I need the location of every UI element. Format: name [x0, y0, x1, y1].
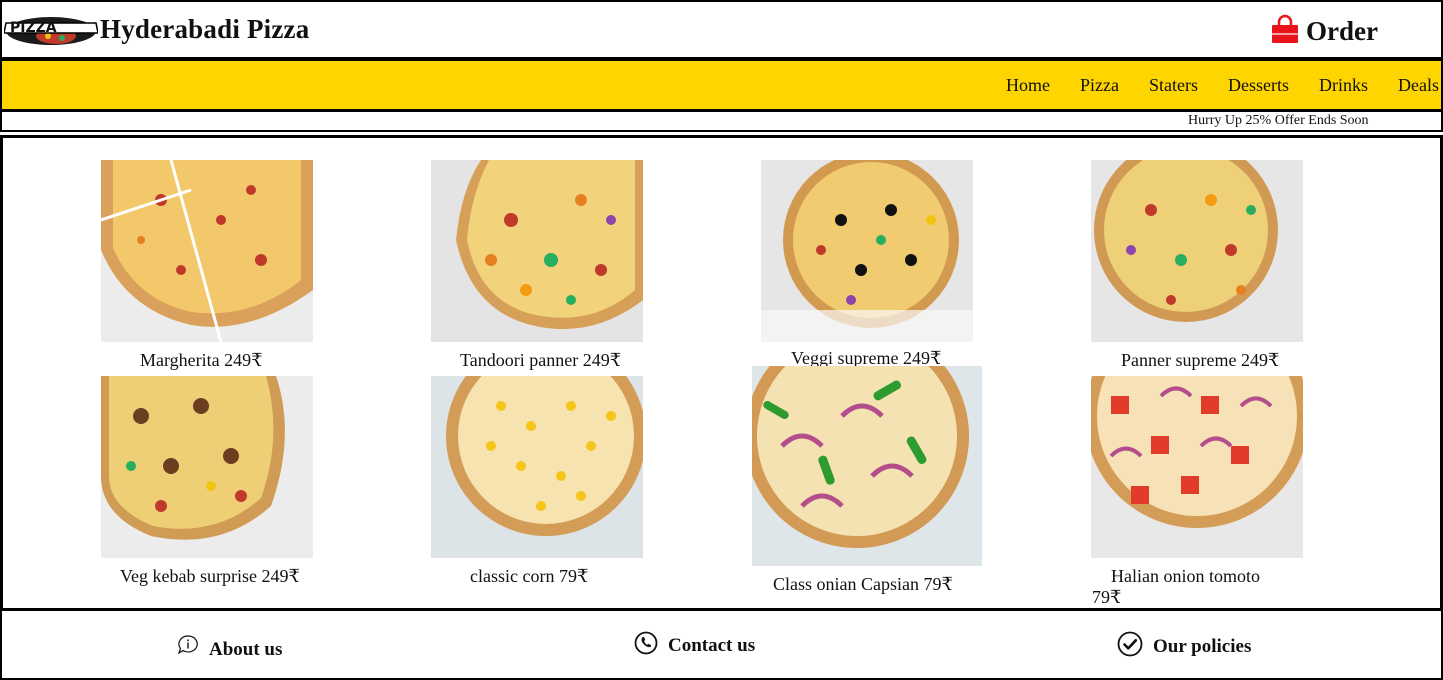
about-us-label: About us [209, 639, 283, 660]
product-image-veg-kebab-surprise[interactable] [101, 376, 313, 558]
info-chat-icon [177, 634, 199, 661]
nav-home[interactable]: Home [991, 75, 1065, 96]
product-image-panner-supreme[interactable] [1091, 160, 1303, 342]
product-name-classic-corn: classic corn 79₹ [470, 566, 589, 586]
product-image-halian-onion-tomoto[interactable] [1091, 376, 1303, 558]
product-name-panner-supreme: Panner supreme 249₹ [1121, 350, 1280, 370]
product-image-tandoori-panner[interactable] [431, 160, 643, 342]
pizza-logo[interactable]: PIZZA [3, 9, 99, 47]
brand-name: Hyderabadi Pizza [100, 14, 310, 44]
nav-deals[interactable]: Deals [1383, 75, 1441, 96]
product-image-veggi-supreme[interactable] [761, 160, 973, 342]
our-policies-link[interactable]: Our policies [1117, 631, 1251, 662]
contact-us-label: Contact us [668, 634, 756, 656]
nav-desserts[interactable]: Desserts [1213, 75, 1304, 96]
product-name-tandoori-panner: Tandoori panner 249₹ [460, 350, 622, 370]
phone-icon [634, 631, 658, 660]
order-label: Order [1306, 16, 1378, 46]
product-image-class-onian-capsian[interactable] [752, 366, 982, 566]
product-price-halian-onion-tomoto: 79₹ [1092, 587, 1122, 607]
offer-banner: Hurry Up 25% Offer Ends Soon [0, 111, 1443, 132]
check-circle-icon [1117, 631, 1143, 662]
site-header: PIZZA Hyderabadi Pizza Order [0, 0, 1443, 60]
nav-list: Home Pizza Staters Desserts Drinks Deals [991, 75, 1441, 96]
offer-text: Hurry Up 25% Offer Ends Soon [1188, 113, 1369, 128]
logo-text: PIZZA [10, 20, 57, 36]
product-grid: Margherita 249₹ Tandoori panner 249₹ Veg… [0, 135, 1443, 611]
nav-staters[interactable]: Staters [1134, 75, 1213, 96]
product-name-halian-onion-tomoto: Halian onion tomoto [1111, 566, 1260, 586]
nav-pizza[interactable]: Pizza [1065, 75, 1134, 96]
shopping-bag-icon [1270, 14, 1300, 49]
product-image-margherita[interactable] [101, 160, 313, 342]
contact-us-link[interactable]: Contact us [634, 631, 755, 660]
product-name-margherita: Margherita 249₹ [140, 350, 263, 370]
order-button[interactable]: Order [1270, 14, 1378, 49]
product-name-veg-kebab-surprise: Veg kebab surprise 249₹ [120, 566, 300, 586]
product-image-classic-corn[interactable] [431, 376, 643, 558]
product-name-class-onian-capsian: Class onian Capsian 79₹ [773, 574, 953, 594]
nav-drinks[interactable]: Drinks [1304, 75, 1383, 96]
main-nav: Home Pizza Staters Desserts Drinks Deals [0, 60, 1443, 111]
site-footer: About us Contact us Our policies [0, 611, 1443, 680]
about-us-link[interactable]: About us [177, 633, 282, 661]
our-policies-label: Our policies [1153, 635, 1252, 657]
